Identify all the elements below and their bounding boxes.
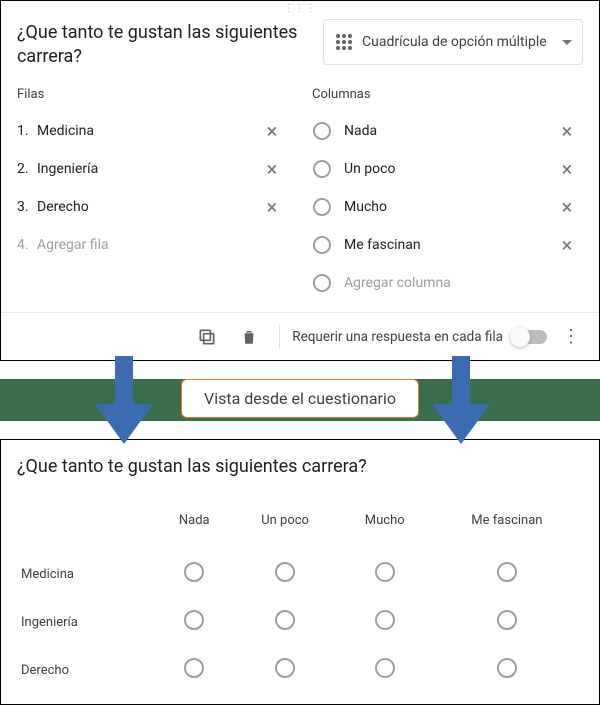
- editor-header: ¿Que tanto te gustan las siguientes carr…: [17, 19, 583, 75]
- grid-row: Ingeniería: [17, 598, 583, 646]
- columns-heading: Columnas: [312, 87, 583, 102]
- column-label-input[interactable]: Mucho: [344, 199, 551, 215]
- column-item: Nada ×: [312, 112, 583, 150]
- add-column-label: Agregar columna: [344, 275, 583, 291]
- add-row-label: Agregar fila: [37, 237, 288, 253]
- grid-radio[interactable]: [375, 610, 395, 630]
- column-label-input[interactable]: Me fascinan: [344, 237, 551, 253]
- grid-radio[interactable]: [497, 562, 517, 582]
- columns-column: Columnas Nada × Un poco × Mucho: [312, 87, 583, 302]
- chevron-down-icon: [562, 40, 572, 45]
- duplicate-icon[interactable]: [189, 319, 225, 355]
- column-item: Mucho ×: [312, 188, 583, 226]
- grid-icon: [334, 32, 354, 52]
- grid-radio[interactable]: [275, 658, 295, 678]
- row-index: 3.: [17, 199, 37, 215]
- arrow-down-icon: [432, 356, 490, 444]
- grid-corner: [17, 505, 157, 550]
- add-row[interactable]: 4. Agregar fila: [17, 226, 288, 264]
- preview-title: ¿Que tanto te gustan las siguientes carr…: [17, 456, 583, 477]
- remove-column-icon[interactable]: ×: [551, 119, 583, 143]
- question-type-label: Cuadrícula de opción múltiple: [362, 34, 562, 50]
- row-label-input[interactable]: Ingeniería: [37, 161, 256, 177]
- row-label-input[interactable]: Derecho: [37, 199, 256, 215]
- rows-heading: Filas: [17, 87, 288, 102]
- delete-icon[interactable]: [231, 319, 267, 355]
- grid-radio[interactable]: [497, 658, 517, 678]
- grid-row-header: Ingeniería: [17, 598, 157, 646]
- question-editor: ⋮⋮⋮ ¿Que tanto te gustan las siguientes …: [0, 0, 600, 361]
- remove-column-icon[interactable]: ×: [551, 157, 583, 181]
- row-item: 1. Medicina ×: [17, 112, 288, 150]
- remove-column-icon[interactable]: ×: [551, 195, 583, 219]
- grid-radio[interactable]: [275, 610, 295, 630]
- remove-column-icon[interactable]: ×: [551, 233, 583, 257]
- radio-icon: [312, 273, 332, 293]
- grid-radio[interactable]: [375, 562, 395, 582]
- row-label-input[interactable]: Medicina: [37, 123, 256, 139]
- grid-row-header: Derecho: [17, 646, 157, 694]
- row-index: 4.: [17, 237, 37, 253]
- grid-column-header: Un poco: [231, 505, 338, 550]
- grid-radio[interactable]: [184, 610, 204, 630]
- grid-column-header: Me fascinan: [431, 505, 583, 550]
- grid-row-header: Medicina: [17, 550, 157, 598]
- arrow-down-icon: [95, 356, 153, 444]
- row-index: 2.: [17, 161, 37, 177]
- row-item: 3. Derecho ×: [17, 188, 288, 226]
- grid-column-header: Mucho: [339, 505, 431, 550]
- column-label-input[interactable]: Nada: [344, 123, 551, 139]
- rows-column: Filas 1. Medicina × 2. Ingeniería × 3. D…: [17, 87, 288, 302]
- separator: [279, 325, 280, 348]
- grid-radio[interactable]: [184, 562, 204, 582]
- remove-row-icon[interactable]: ×: [256, 119, 288, 143]
- row-item: 2. Ingeniería ×: [17, 150, 288, 188]
- radio-icon: [312, 197, 332, 217]
- more-options-icon[interactable]: ⋮: [553, 319, 589, 355]
- add-column[interactable]: Agregar columna: [312, 264, 583, 302]
- radio-icon: [312, 235, 332, 255]
- column-item: Un poco ×: [312, 150, 583, 188]
- preview-grid: Nada Un poco Mucho Me fascinan Medicina …: [17, 505, 583, 694]
- remove-row-icon[interactable]: ×: [256, 157, 288, 181]
- grid-radio[interactable]: [275, 562, 295, 582]
- editor-footer: Requerir una respuesta en cada fila ⋮: [1, 312, 599, 360]
- callout-label: Vista desde el cuestionario: [181, 379, 419, 418]
- drag-handle-icon[interactable]: ⋮⋮⋮: [17, 5, 583, 15]
- callout-band: Vista desde el cuestionario: [0, 361, 600, 441]
- grid-column-header: Nada: [157, 505, 231, 550]
- column-item: Me fascinan ×: [312, 226, 583, 264]
- row-index: 1.: [17, 123, 37, 139]
- remove-row-icon[interactable]: ×: [256, 195, 288, 219]
- require-response-toggle[interactable]: [513, 330, 547, 344]
- question-preview: ¿Que tanto te gustan las siguientes carr…: [0, 439, 600, 705]
- grid-radio[interactable]: [184, 658, 204, 678]
- question-type-dropdown[interactable]: Cuadrícula de opción múltiple: [323, 19, 583, 65]
- radio-icon: [312, 159, 332, 179]
- grid-radio[interactable]: [375, 658, 395, 678]
- radio-icon: [312, 121, 332, 141]
- question-title-input[interactable]: ¿Que tanto te gustan las siguientes carr…: [17, 19, 307, 75]
- column-label-input[interactable]: Un poco: [344, 161, 551, 177]
- grid-row: Derecho: [17, 646, 583, 694]
- rows-and-columns: Filas 1. Medicina × 2. Ingeniería × 3. D…: [17, 87, 583, 302]
- require-response-label: Requerir una respuesta en cada fila: [292, 329, 503, 345]
- grid-row: Medicina: [17, 550, 583, 598]
- grid-radio[interactable]: [497, 610, 517, 630]
